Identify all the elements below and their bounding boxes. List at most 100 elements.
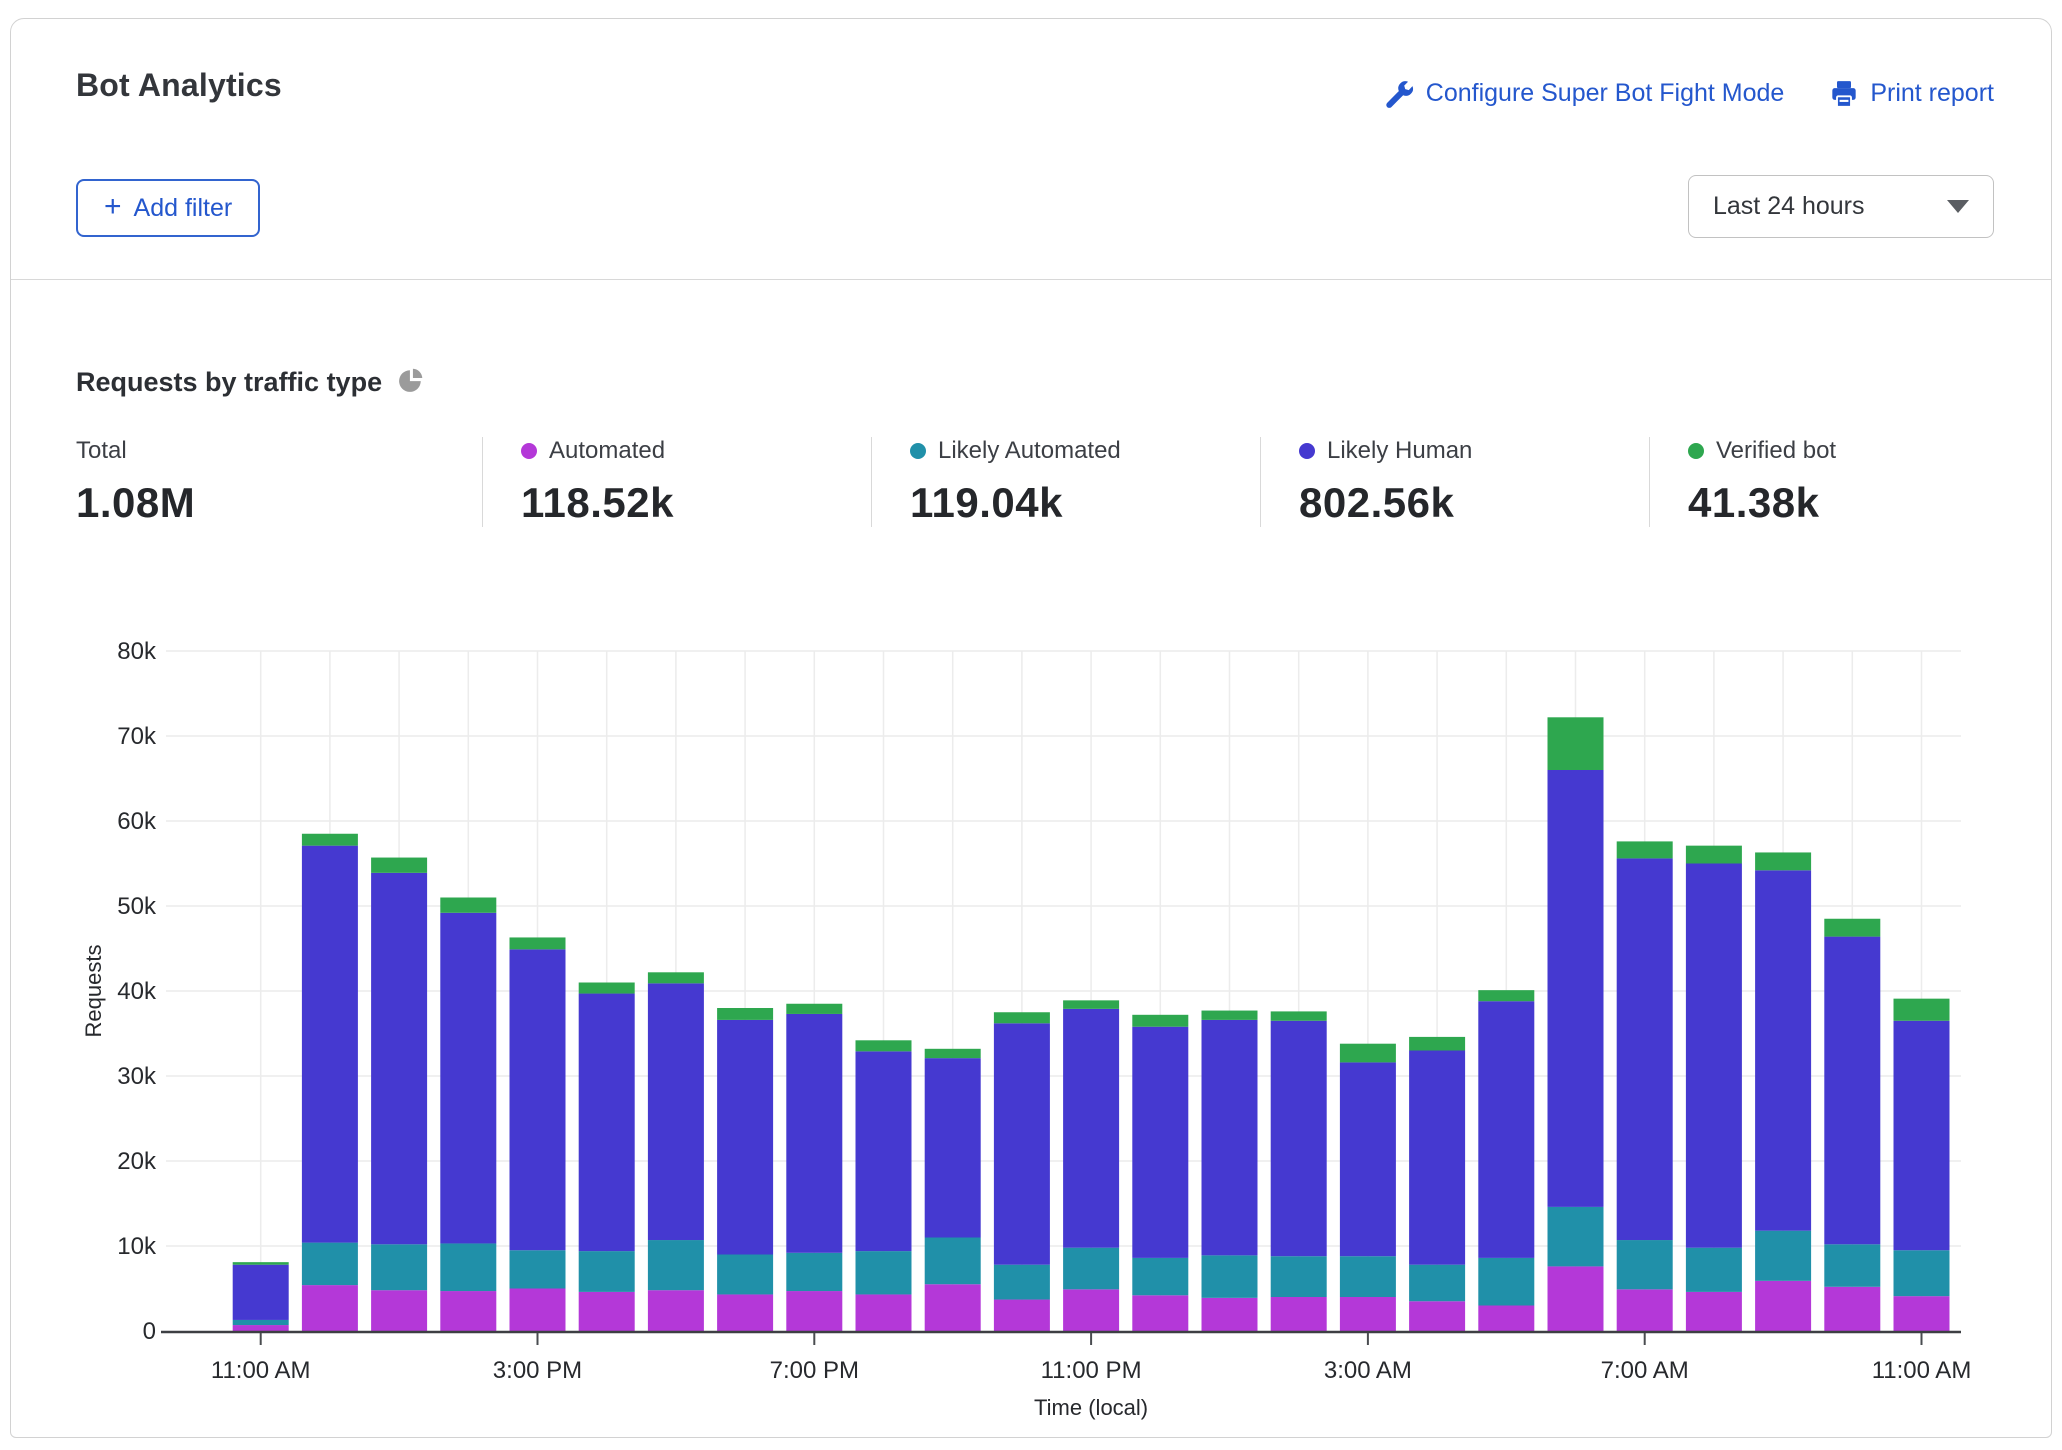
bar-segment-likely-automated <box>786 1253 842 1291</box>
bar-segment-verified-bot <box>371 858 427 873</box>
chevron-down-icon <box>1947 200 1969 213</box>
header-divider <box>11 279 2051 280</box>
svg-text:7:00 AM: 7:00 AM <box>1601 1357 1689 1384</box>
stat-automated: Automated 118.52k <box>521 437 833 527</box>
stat-likely-human-value: 802.56k <box>1299 479 1611 527</box>
print-report-link[interactable]: Print report <box>1830 79 1994 108</box>
bar-segment-verified-bot <box>302 834 358 846</box>
bar-segment-likely-automated <box>925 1238 981 1285</box>
bar-segment-likely-automated <box>510 1250 566 1288</box>
configure-super-bot-fight-mode-link[interactable]: Configure Super Bot Fight Mode <box>1386 79 1785 108</box>
stat-divider <box>1649 437 1650 527</box>
bar-segment-automated <box>786 1291 842 1331</box>
bar-segment-likely-automated <box>1063 1248 1119 1290</box>
stat-divider <box>1260 437 1261 527</box>
svg-text:30k: 30k <box>117 1063 157 1090</box>
bar-segment-verified-bot <box>510 937 566 949</box>
bar-segment-likely-human <box>1894 1021 1950 1251</box>
bar-segment-automated <box>1478 1306 1534 1332</box>
likely-human-dot-icon <box>1299 443 1315 459</box>
bar-segment-verified-bot <box>1340 1044 1396 1063</box>
configure-link-label: Configure Super Bot Fight Mode <box>1426 79 1785 108</box>
likely-automated-dot-icon <box>910 443 926 459</box>
stat-verified-bot-label: Verified bot <box>1716 437 1836 465</box>
bar-segment-automated <box>856 1294 912 1331</box>
stat-total-value: 1.08M <box>76 479 444 527</box>
bar-segment-verified-bot <box>233 1262 289 1265</box>
bar-segment-likely-human <box>1132 1027 1188 1258</box>
add-filter-button[interactable]: + Add filter <box>76 179 260 237</box>
bar-segment-likely-human <box>371 873 427 1244</box>
plus-icon: + <box>104 192 122 222</box>
bar-segment-verified-bot <box>1202 1011 1258 1020</box>
bar-segment-verified-bot <box>1755 852 1811 870</box>
add-filter-label: Add filter <box>134 194 233 223</box>
bar-segment-automated <box>1340 1297 1396 1331</box>
header-actions: Configure Super Bot Fight Mode Print rep… <box>1386 79 1994 108</box>
bar-segment-likely-human <box>786 1014 842 1253</box>
requests-by-traffic-type-chart[interactable]: 010k20k30k40k50k60k70k80k11:00 AM3:00 PM… <box>71 631 2011 1441</box>
bar-segment-verified-bot <box>1617 841 1673 858</box>
bar-segment-likely-automated <box>579 1251 635 1292</box>
stat-divider <box>871 437 872 527</box>
bar-segment-likely-automated <box>1617 1240 1673 1289</box>
bar-segment-likely-automated <box>1824 1244 1880 1287</box>
bar-segment-verified-bot <box>1132 1015 1188 1027</box>
svg-text:40k: 40k <box>117 978 157 1005</box>
bar-segment-automated <box>371 1290 427 1331</box>
bar-segment-verified-bot <box>1409 1037 1465 1051</box>
bar-segment-automated <box>925 1284 981 1331</box>
wrench-icon <box>1386 80 1414 108</box>
time-range-select[interactable]: Last 24 hours <box>1688 175 1994 238</box>
stats-row: Total 1.08M Automated 118.52k Likely Aut… <box>76 437 1988 527</box>
bar-segment-automated <box>717 1294 773 1331</box>
bar-segment-likely-automated <box>233 1320 289 1325</box>
svg-text:20k: 20k <box>117 1148 157 1175</box>
bar-segment-likely-human <box>510 949 566 1250</box>
svg-text:70k: 70k <box>117 723 157 750</box>
svg-text:0: 0 <box>143 1318 156 1345</box>
time-range-value: Last 24 hours <box>1713 192 1865 221</box>
bar-segment-verified-bot <box>786 1004 842 1014</box>
svg-text:10k: 10k <box>117 1233 157 1260</box>
bar-segment-likely-human <box>1478 1001 1534 1258</box>
bar-segment-automated <box>1202 1298 1258 1331</box>
bar-segment-automated <box>1409 1301 1465 1331</box>
stat-likely-human: Likely Human 802.56k <box>1299 437 1611 527</box>
bot-analytics-panel: Bot Analytics Configure Super Bot Fight … <box>10 18 2052 1438</box>
bar-segment-likely-human <box>994 1023 1050 1264</box>
bar-segment-automated <box>1824 1287 1880 1331</box>
bar-segment-likely-automated <box>440 1243 496 1291</box>
print-link-label: Print report <box>1870 79 1994 108</box>
bar-segment-automated <box>648 1290 704 1331</box>
bar-segment-likely-automated <box>648 1240 704 1290</box>
bar-segment-automated <box>233 1325 289 1331</box>
stat-divider <box>482 437 483 527</box>
bar-segment-likely-human <box>1271 1021 1327 1256</box>
bar-segment-automated <box>1548 1266 1604 1331</box>
automated-dot-icon <box>521 443 537 459</box>
bar-segment-likely-human <box>579 994 635 1252</box>
svg-text:11:00 AM: 11:00 AM <box>1872 1357 1972 1384</box>
bar-segment-automated <box>1755 1281 1811 1331</box>
section-title: Requests by traffic type <box>76 367 382 398</box>
stat-total: Total 1.08M <box>76 437 444 527</box>
stat-likely-automated: Likely Automated 119.04k <box>910 437 1222 527</box>
svg-text:11:00 PM: 11:00 PM <box>1041 1357 1142 1384</box>
svg-text:Time (local): Time (local) <box>1034 1395 1148 1420</box>
bar-segment-likely-human <box>1202 1020 1258 1255</box>
bar-segment-likely-human <box>1824 937 1880 1245</box>
bar-segment-verified-bot <box>1548 717 1604 770</box>
bar-segment-automated <box>302 1285 358 1331</box>
pie-chart-icon <box>398 367 424 398</box>
bar-segment-verified-bot <box>1894 999 1950 1021</box>
bar-segment-likely-human <box>925 1058 981 1237</box>
bar-segment-likely-automated <box>1686 1248 1742 1292</box>
bar-segment-likely-automated <box>1271 1256 1327 1297</box>
stat-total-label: Total <box>76 437 127 465</box>
bar-segment-automated <box>1063 1289 1119 1331</box>
bar-segment-verified-bot <box>440 898 496 913</box>
bar-segment-likely-automated <box>1132 1258 1188 1295</box>
stat-verified-bot: Verified bot 41.38k <box>1688 437 1988 527</box>
bar-segment-likely-automated <box>371 1244 427 1290</box>
